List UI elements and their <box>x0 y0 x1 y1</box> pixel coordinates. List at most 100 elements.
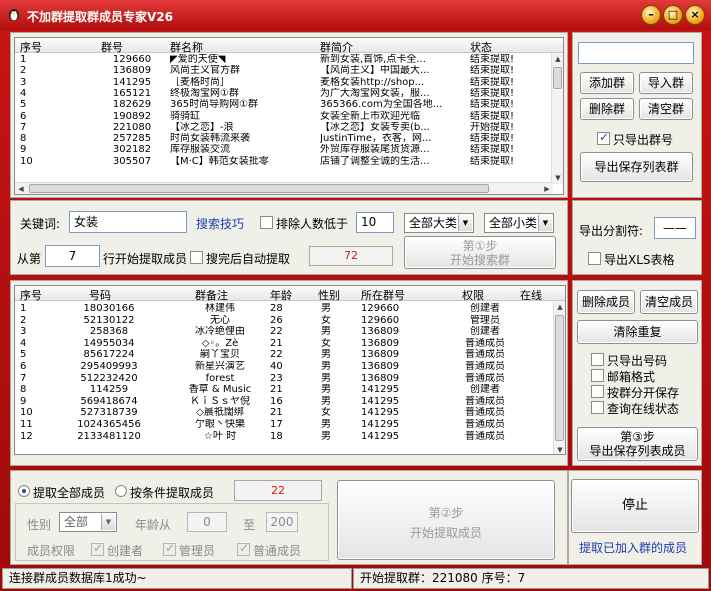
group-cell: 10 <box>20 155 33 167</box>
add-group-button[interactable]: 添加群 <box>580 72 634 94</box>
col-member-age[interactable]: 年龄 <box>270 287 292 303</box>
clear-group-button[interactable]: 清空群 <box>639 98 693 120</box>
col-member-permission[interactable]: 权限 <box>462 287 484 303</box>
group-row[interactable]: 6 190892 骑骑缸 女装全新上市欢迎光临 结束提取! <box>15 111 563 122</box>
member-cell: ◇◦。Zè <box>201 337 239 349</box>
member-row[interactable]: 1 18030166 林建伟 28 男 129660 创建者 <box>15 303 565 314</box>
group-row[interactable]: 9 302182 库存服装交流 外贸库存服装尾货货源... 结束提取! <box>15 144 563 155</box>
group-cell: 141295 <box>112 76 152 88</box>
group-row[interactable]: 4 165121 终极淘宝网①群 为广大淘宝网女装，服... 结束提取! <box>15 88 563 99</box>
auto-extract-checkbox[interactable] <box>190 251 203 264</box>
group-list[interactable]: 序号 群号 群名称 群简介 状态 1 129660 ◤爱的天使◥ 新到女装,首饰,点卡… <box>14 37 564 195</box>
extract-joined-groups-link[interactable]: 提取已加入群的成员 <box>579 539 687 556</box>
col-group-intro[interactable]: 群简介 <box>320 39 353 55</box>
col-member-online[interactable]: 在线 <box>520 287 542 303</box>
age-to-input[interactable]: 200 <box>266 512 298 532</box>
admin-checkbox[interactable] <box>163 541 176 556</box>
scroll-left-icon[interactable]: ◀ <box>15 183 27 194</box>
from-row-input[interactable]: 7 <box>45 245 100 267</box>
scroll-up-icon[interactable]: ▲ <box>554 301 565 313</box>
group-row[interactable]: 7 221080 【冰之恋】-浪 【冰之恋】女装专卖(b... 开始提取! <box>15 122 563 133</box>
query-online-checkbox[interactable] <box>591 401 604 414</box>
group-row[interactable]: 10 305507 【M·C】韩范女装批零 店铺了调整全诚的生活... 结束提取! <box>15 156 563 167</box>
member-row[interactable]: 12 2133481120 ☆叶 时 18 男 141295 普通成员 <box>15 431 565 442</box>
delete-group-button[interactable]: 删除群 <box>580 98 634 120</box>
group-row[interactable]: 8 257285 时尚女装韩流来袭 JustinTime，衣客，网... 结束提取! <box>15 133 563 144</box>
member-list-vscroll[interactable]: ▲ ▼ <box>553 301 565 454</box>
close-button[interactable]: × <box>685 5 705 25</box>
col-index[interactable]: 序号 <box>20 39 42 55</box>
age-from-input[interactable]: 0 <box>187 512 227 532</box>
separator-input[interactable]: —— <box>654 217 696 239</box>
export-xls-checkbox[interactable] <box>588 252 601 265</box>
only-export-group-number-checkbox[interactable] <box>597 130 610 145</box>
member-list[interactable]: 序号 号码 群备注 年龄 性别 所在群号 权限 在线 1 18030166 林建伟 2… <box>14 285 566 455</box>
clear-member-button[interactable]: 清空成员 <box>640 290 698 314</box>
col-status[interactable]: 状态 <box>470 39 492 55</box>
group-row[interactable]: 3 141295 ［麦格时尚］ 麦格女装http://shop... 结束提取! <box>15 77 563 88</box>
member-row[interactable]: 9 569418674 ＫｉＳｓヤ倪 16 男 141295 普通成员 <box>15 396 565 407</box>
subcategory-select[interactable]: 全部小类 ▼ <box>484 213 554 233</box>
delete-member-button[interactable]: 删除成员 <box>577 290 635 314</box>
group-cell: JustinTime，衣客，网... <box>320 133 432 145</box>
search-tips-link[interactable]: 搜索技巧 <box>196 215 244 232</box>
only-numbers-checkbox[interactable] <box>591 353 604 366</box>
gender-select[interactable]: 全部 ▼ <box>59 512 117 532</box>
member-row[interactable]: 5 85617224 嗣丫宝贝 22 男 136809 普通成员 <box>15 349 565 360</box>
col-member-number[interactable]: 号码 <box>89 287 111 303</box>
member-row[interactable]: 2 52130122 无心 26 女 129660 管理员 <box>15 315 565 326</box>
group-row[interactable]: 1 129660 ◤爱的天使◥ 新到女装,首饰,点卡全... 结束提取! <box>15 54 563 65</box>
extract-all-radio[interactable] <box>18 485 30 497</box>
scroll-down-icon[interactable]: ▼ <box>552 172 563 184</box>
category-select[interactable]: 全部大类 ▼ <box>404 213 474 233</box>
member-row[interactable]: 7 512232420 forest 23 男 136809 普通成员 <box>15 373 565 384</box>
scroll-thumb[interactable] <box>553 67 562 89</box>
minimize-button[interactable]: – <box>641 5 661 25</box>
creator-checkbox[interactable] <box>91 541 104 556</box>
member-row[interactable]: 8 114259 香草 & Music 21 男 141295 创建者 <box>15 384 565 395</box>
group-list-vscroll[interactable]: ▲ ▼ <box>551 53 563 184</box>
col-member-gender[interactable]: 性别 <box>318 287 340 303</box>
scroll-thumb[interactable] <box>555 315 564 441</box>
member-cell: 136809 <box>361 361 400 372</box>
exclude-count-input[interactable]: 10 <box>356 212 394 233</box>
step1-search-button[interactable]: 第①步 开始搜索群 <box>404 236 556 269</box>
member-row[interactable]: 11 1024365456 亇眼丶快樂 17 男 141295 普通成员 <box>15 419 565 430</box>
stop-button[interactable]: 停止 <box>571 479 699 533</box>
member-list-panel: 序号 号码 群备注 年龄 性别 所在群号 权限 在线 1 18030166 林建伟 2… <box>10 280 568 466</box>
email-format-checkbox[interactable] <box>591 369 604 382</box>
keyword-input[interactable]: 女装 <box>69 211 187 233</box>
scroll-up-icon[interactable]: ▲ <box>552 53 563 65</box>
group-row[interactable]: 2 136809 风尚主义官方群 【风尚主义】中国最大... 结束提取! <box>15 65 563 76</box>
step2-extract-button[interactable]: 第②步 开始提取成员 <box>337 480 555 560</box>
by-group-checkbox[interactable] <box>591 385 604 398</box>
group-cell: 骑骑缸 <box>170 110 200 122</box>
member-row[interactable]: 6 295409993 新星兴演艺 40 男 136809 普通成员 <box>15 361 565 372</box>
group-number-input[interactable] <box>578 42 694 64</box>
step3-export-members-button[interactable]: 第③步 导出保存列表成员 <box>577 427 698 461</box>
col-member-group[interactable]: 所在群号 <box>361 287 405 303</box>
member-cell: 3 <box>20 326 27 338</box>
col-member-index[interactable]: 序号 <box>20 287 42 303</box>
maximize-button[interactable]: □ <box>663 5 683 25</box>
scroll-right-icon[interactable]: ▶ <box>541 183 553 194</box>
member-row[interactable]: 4 14955034 ◇◦。Zè 21 女 136809 普通成员 <box>15 338 565 349</box>
member-cell: 16 <box>270 395 283 407</box>
col-group-name[interactable]: 群名称 <box>170 39 203 55</box>
exclude-checkbox[interactable] <box>260 216 273 229</box>
group-row[interactable]: 5 182629 365时尚导购网①群 365366.com为全国各地... 结束提取! <box>15 99 563 110</box>
extract-conditional-radio[interactable] <box>115 485 127 497</box>
col-member-note[interactable]: 群备注 <box>195 287 228 303</box>
group-cell: 新到女装,首饰,点卡全... <box>320 54 426 65</box>
member-row[interactable]: 10 527318739 ◇晨祇闊绑 21 女 141295 普通成员 <box>15 407 565 418</box>
import-group-button[interactable]: 导入群 <box>639 72 693 94</box>
hscroll-thumb[interactable] <box>29 184 489 193</box>
col-group-number[interactable]: 群号 <box>101 39 123 55</box>
scroll-down-icon[interactable]: ▼ <box>554 444 565 454</box>
member-row[interactable]: 3 258368 冰冷绝俚由 22 男 136809 创建者 <box>15 326 565 337</box>
export-save-groups-button[interactable]: 导出保存列表群 <box>580 152 693 182</box>
normal-member-checkbox[interactable] <box>237 541 250 556</box>
group-list-hscroll[interactable]: ◀ ▶ <box>15 182 553 194</box>
dedup-button[interactable]: 清除重复 <box>577 320 698 344</box>
group-cell: 1 <box>20 54 27 65</box>
